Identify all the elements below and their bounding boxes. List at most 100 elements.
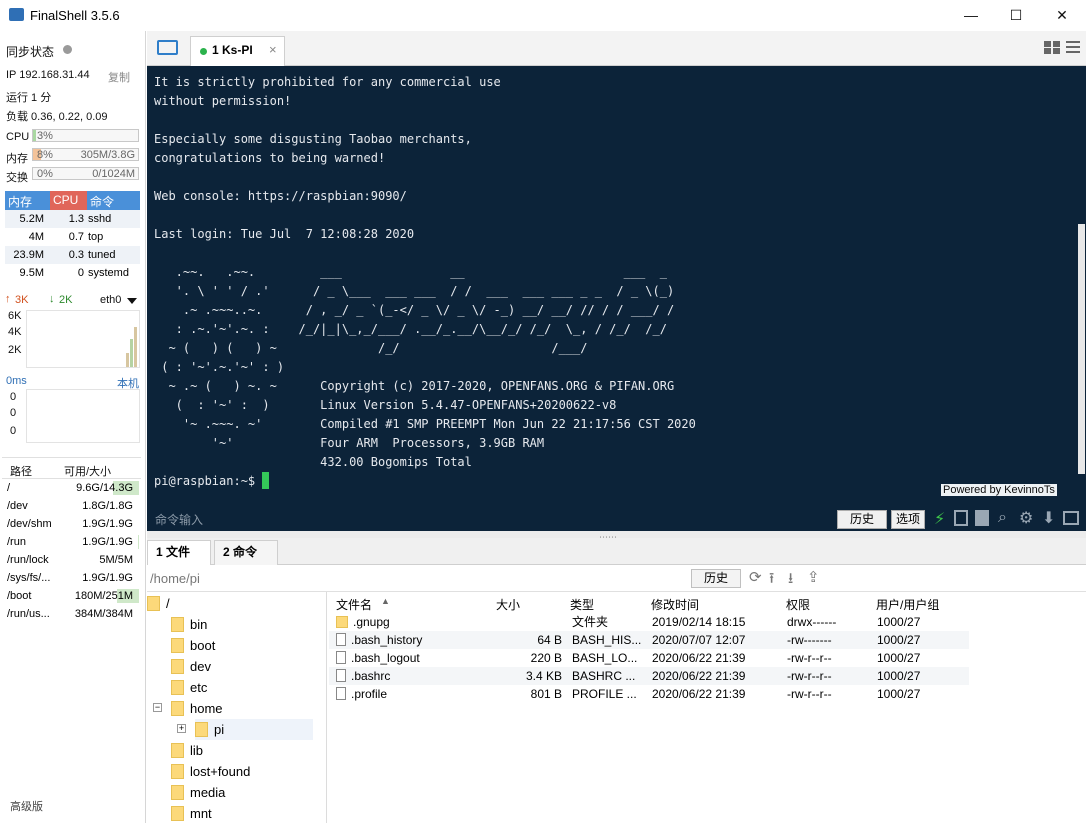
path-history-button[interactable]: 历史 <box>691 569 741 588</box>
process-command: sshd <box>88 213 112 225</box>
connected-dot-icon <box>200 48 207 55</box>
process-row[interactable]: 9.5M 0 systemd <box>5 264 140 282</box>
process-row[interactable]: 5.2M 1.3 sshd <box>5 210 140 228</box>
file-type: PROFILE ... <box>572 687 637 701</box>
proc-header-mem[interactable]: 内存 <box>5 191 50 210</box>
paste-icon[interactable] <box>975 510 989 526</box>
fullscreen-icon[interactable] <box>1063 511 1079 525</box>
lightning-icon[interactable]: ⚡ <box>934 509 945 529</box>
filesystem-row[interactable]: /dev 1.8G/1.8G <box>2 497 141 515</box>
fs-avail: 1.8G <box>82 500 107 512</box>
fs-size: 251M <box>105 590 133 602</box>
file-permissions: -rw-r--r-- <box>787 687 832 701</box>
fs-avail: 1.9G <box>82 518 107 530</box>
process-command: systemd <box>88 267 129 279</box>
col-header-name[interactable]: 文件名 <box>336 596 372 613</box>
expand-icon[interactable]: + <box>177 724 186 733</box>
session-tab-ks-pi[interactable]: 1 Ks-PI × <box>190 36 285 66</box>
col-header-size[interactable]: 大小 <box>496 596 520 613</box>
command-history-button[interactable]: 历史 <box>837 510 887 529</box>
process-command: tuned <box>88 249 116 261</box>
filesystem-row[interactable]: /run/lock 5M/5M <box>2 551 141 569</box>
filesystem-row[interactable]: /sys/fs/... 1.9G/1.9G <box>2 569 141 587</box>
filesystem-row[interactable]: /boot 180M/251M <box>2 587 141 605</box>
upload-icon[interactable]: ⭱ <box>769 568 774 593</box>
chevron-down-icon[interactable] <box>127 298 137 304</box>
fs-header-path[interactable]: 路径 <box>10 463 32 479</box>
file-permissions: drwx------ <box>787 615 837 629</box>
proc-header-cmd[interactable]: 命令 <box>87 191 140 210</box>
tree-item[interactable]: + pi <box>177 719 313 740</box>
command-input-bar: 命令输入 历史 选项 ⚡ ⌕ ⚙ ⬇ <box>147 507 1086 531</box>
open-folder-icon[interactable] <box>157 40 178 55</box>
filesystem-row[interactable]: / 9.6G/14.3G <box>2 479 141 497</box>
panel-splitter[interactable]: ⋯⋯ <box>147 531 1086 542</box>
copy-icon[interactable] <box>954 510 968 526</box>
tree-item[interactable]: lib <box>171 740 203 761</box>
filesystem-row[interactable]: /dev/shm 1.9G/1.9G <box>2 515 141 533</box>
col-header-perm[interactable]: 权限 <box>786 596 810 613</box>
network-interface-select[interactable]: eth0 <box>100 294 121 306</box>
filesystem-row[interactable]: /run/us... 384M/384M <box>2 605 141 623</box>
net-scale-2k: 2K <box>8 344 22 356</box>
close-button[interactable]: ✕ <box>1039 0 1085 31</box>
tab-commands[interactable]: 2 命令 <box>214 540 278 565</box>
terminal[interactable]: It is strictly prohibited for any commer… <box>147 66 1086 531</box>
tree-item[interactable]: boot <box>171 635 215 656</box>
file-row[interactable]: .gnupg 文件夹 2019/02/14 18:15 drwx------ 1000/… <box>329 613 969 631</box>
tree-item[interactable]: etc <box>171 677 207 698</box>
tree-item[interactable]: dev <box>171 656 211 677</box>
close-tab-icon[interactable]: × <box>269 42 277 57</box>
tree-item[interactable]: lost+found <box>171 761 250 782</box>
tab-files[interactable]: 1 文件 <box>147 540 211 565</box>
file-row[interactable]: .profile 801 B PROFILE ... 2020/06/22 21:39… <box>329 685 969 703</box>
refresh-icon[interactable]: ⟳ <box>749 568 762 586</box>
file-permissions: -rw-r--r-- <box>787 669 832 683</box>
proc-header-cpu[interactable]: CPU <box>50 191 87 210</box>
search-icon[interactable]: ⌕ <box>998 509 1007 527</box>
minimize-button[interactable]: — <box>948 0 994 31</box>
file-name-cell: .profile <box>336 685 387 703</box>
collapse-icon[interactable]: − <box>153 703 162 712</box>
swap-percent: 0% <box>37 168 53 180</box>
gear-icon[interactable]: ⚙ <box>1019 508 1033 528</box>
fs-avail-size: 1.9G/1.9G <box>82 536 133 548</box>
command-input[interactable]: 命令输入 <box>155 511 835 528</box>
scroll-down-icon[interactable]: ⬇ <box>1042 508 1055 528</box>
tree-item[interactable]: / <box>147 593 170 614</box>
fs-path: /run/lock <box>7 554 49 566</box>
download-icon[interactable]: ⭳ <box>788 568 793 593</box>
process-mem: 4M <box>28 231 44 243</box>
tree-item[interactable]: mnt <box>171 803 212 823</box>
terminal-scrollbar[interactable] <box>1076 66 1086 531</box>
fs-avail-size: 1.9G/1.9G <box>82 518 133 530</box>
layout-grid-icon[interactable] <box>1044 41 1060 54</box>
tree-item[interactable]: bin <box>171 614 207 635</box>
maximize-button[interactable]: ☐ <box>993 0 1039 31</box>
current-path-input[interactable]: /home/pi <box>150 571 200 586</box>
process-row[interactable]: 23.9M 0.3 tuned <box>5 246 140 264</box>
fs-avail-size: 384M/384M <box>74 608 133 620</box>
tree-item[interactable]: − home <box>153 698 223 719</box>
col-header-mtime[interactable]: 修改时间 <box>651 596 699 613</box>
process-row[interactable]: 4M 0.7 top <box>5 228 140 246</box>
file-row[interactable]: .bash_history 64 B BASH_HIS... 2020/07/07 1… <box>329 631 969 649</box>
command-options-button[interactable]: 选项 <box>891 510 925 529</box>
file-mtime: 2020/06/22 21:39 <box>652 669 746 683</box>
fs-header-avail[interactable]: 可用/大小 <box>64 463 111 479</box>
filesystem-row[interactable]: /run 1.9G/1.9G <box>2 533 141 551</box>
tree-item[interactable]: media <box>171 782 225 803</box>
menu-icon[interactable] <box>1066 41 1080 54</box>
net-scale-4k: 4K <box>8 326 22 338</box>
swap-usage-bar: 0% 0/1024M <box>32 167 139 180</box>
col-header-type[interactable]: 类型 <box>570 596 594 613</box>
swap-label: 交换 <box>6 172 28 184</box>
file-row[interactable]: .bash_logout 220 B BASH_LO... 2020/06/22 21… <box>329 649 969 667</box>
copy-ip-button[interactable]: 复制 <box>108 69 130 85</box>
file-size: 801 B <box>530 687 562 701</box>
file-row[interactable]: .bashrc 3.4 KB BASHRC ... 2020/06/22 21:39 -… <box>329 667 969 685</box>
upload-file-icon[interactable]: ⇪ <box>807 568 820 586</box>
col-header-owner[interactable]: 用户/用户组 <box>876 596 939 613</box>
terminal-scrollbar-thumb[interactable] <box>1078 224 1085 474</box>
folder-icon <box>171 806 184 821</box>
